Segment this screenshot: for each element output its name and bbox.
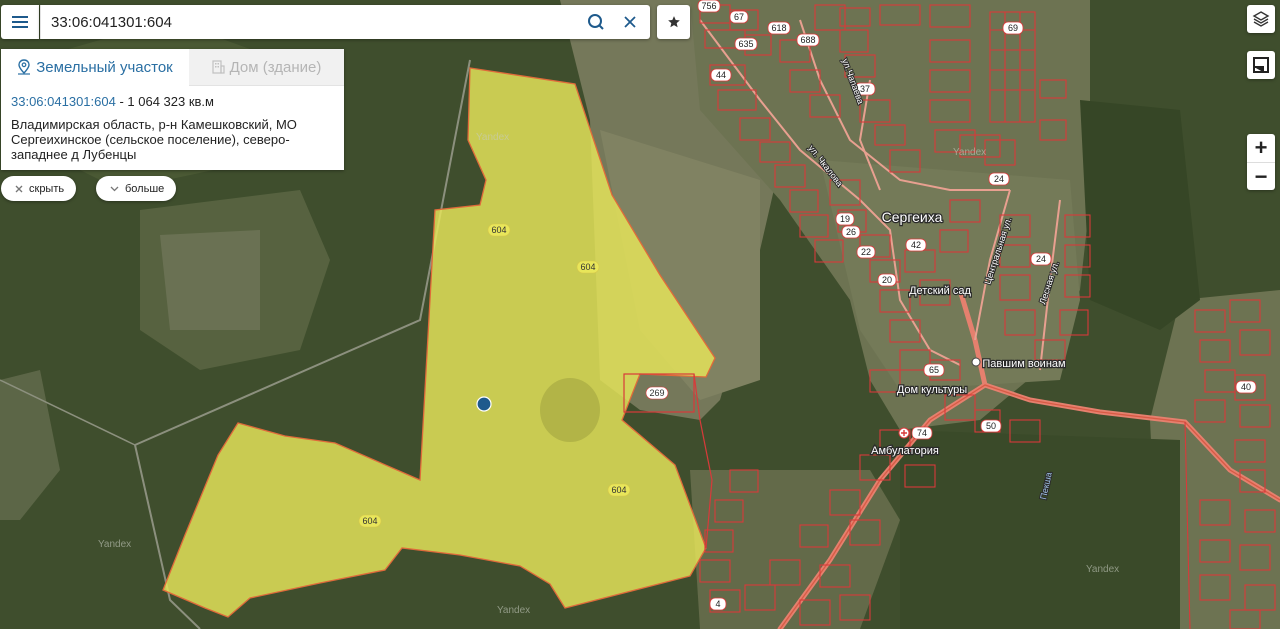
- menu-icon: [12, 16, 28, 28]
- parcel-label-604: 604: [362, 516, 377, 526]
- ruler-square-icon: [1253, 57, 1269, 73]
- map-watermark: Yandex: [98, 539, 131, 550]
- house-number: 20: [882, 275, 892, 285]
- star-icon: [667, 16, 680, 28]
- poi-culture-house: Дом культуры: [897, 384, 967, 396]
- memorial-icon: [971, 357, 981, 367]
- house-number: 67: [734, 12, 744, 22]
- zoom-out-button[interactable]: −: [1247, 163, 1275, 191]
- info-panel: Земельный участок Дом (здание) 33:06:041…: [1, 49, 344, 170]
- measure-button[interactable]: [1247, 51, 1275, 79]
- poi-memorial: Павшим воинам: [982, 358, 1065, 370]
- layers-icon: [1252, 11, 1270, 27]
- map-pin-icon: [18, 59, 31, 75]
- map-watermark: Yandex: [497, 605, 530, 616]
- chevron-down-icon: [110, 186, 119, 191]
- parcel-summary: 33:06:041301:604 - 1 064 323 кв.м: [11, 94, 214, 109]
- parcel-id-link[interactable]: 33:06:041301:604: [11, 94, 116, 109]
- more-button-label: больше: [125, 182, 165, 195]
- map-watermark: Yandex: [953, 147, 986, 158]
- more-button[interactable]: больше: [96, 176, 177, 201]
- zoom-in-button[interactable]: +: [1247, 134, 1275, 163]
- hide-button-label: скрыть: [29, 182, 65, 195]
- hide-button[interactable]: скрыть: [1, 176, 77, 201]
- house-number: 19: [840, 214, 850, 224]
- parcel-label-604: 604: [611, 485, 626, 495]
- house-number: 618: [771, 23, 786, 33]
- search-bar: [40, 5, 650, 39]
- search-input[interactable]: [51, 5, 571, 39]
- house-number: 26: [846, 227, 856, 237]
- parcel-separator: -: [115, 94, 128, 109]
- house-number: 24: [994, 174, 1004, 184]
- house-number: 40: [1241, 382, 1251, 392]
- search-icon[interactable]: [586, 12, 606, 32]
- parcel-label-604: 604: [491, 225, 506, 235]
- house-number: 44: [716, 70, 726, 80]
- tab-house[interactable]: Дом (здание): [189, 49, 344, 86]
- house-number: 22: [861, 247, 871, 257]
- close-icon: [15, 185, 23, 192]
- house-number: 635: [738, 39, 753, 49]
- house-number: 24: [1036, 254, 1046, 264]
- parcel-label-269: 269: [649, 388, 664, 398]
- tab-land-plot[interactable]: Земельный участок: [1, 49, 189, 85]
- tab-house-label: Дом (здание): [229, 58, 322, 76]
- tab-land-plot-label: Земельный участок: [36, 58, 173, 76]
- village-label: Сергеиха: [882, 209, 943, 225]
- poi-kindergarten: Детский сад: [909, 285, 971, 297]
- zoom-control: + −: [1247, 134, 1275, 190]
- house-number: 688: [800, 35, 815, 45]
- parcel-address: Владимирская область, р-н Камешковский, …: [11, 117, 297, 162]
- parcel-label-604: 604: [580, 262, 595, 272]
- map-watermark: Yandex: [1086, 564, 1119, 575]
- house-number: 69: [1008, 23, 1018, 33]
- house-number: 50: [986, 421, 996, 431]
- building-icon: [211, 60, 225, 74]
- parcel-area: 1 064 323 кв.м: [127, 94, 214, 109]
- house-number: 65: [929, 365, 939, 375]
- favorites-button[interactable]: [657, 5, 690, 39]
- close-icon[interactable]: [621, 13, 639, 31]
- layers-button[interactable]: [1247, 5, 1275, 33]
- house-number: 42: [911, 240, 921, 250]
- map-watermark: Yandex: [476, 132, 509, 143]
- house-number: 74: [917, 428, 927, 438]
- menu-button[interactable]: [1, 5, 39, 39]
- poi-clinic: Амбулатория: [871, 445, 939, 457]
- house-number: 4: [715, 599, 720, 609]
- house-number: 756: [701, 1, 716, 11]
- location-marker[interactable]: [476, 396, 492, 412]
